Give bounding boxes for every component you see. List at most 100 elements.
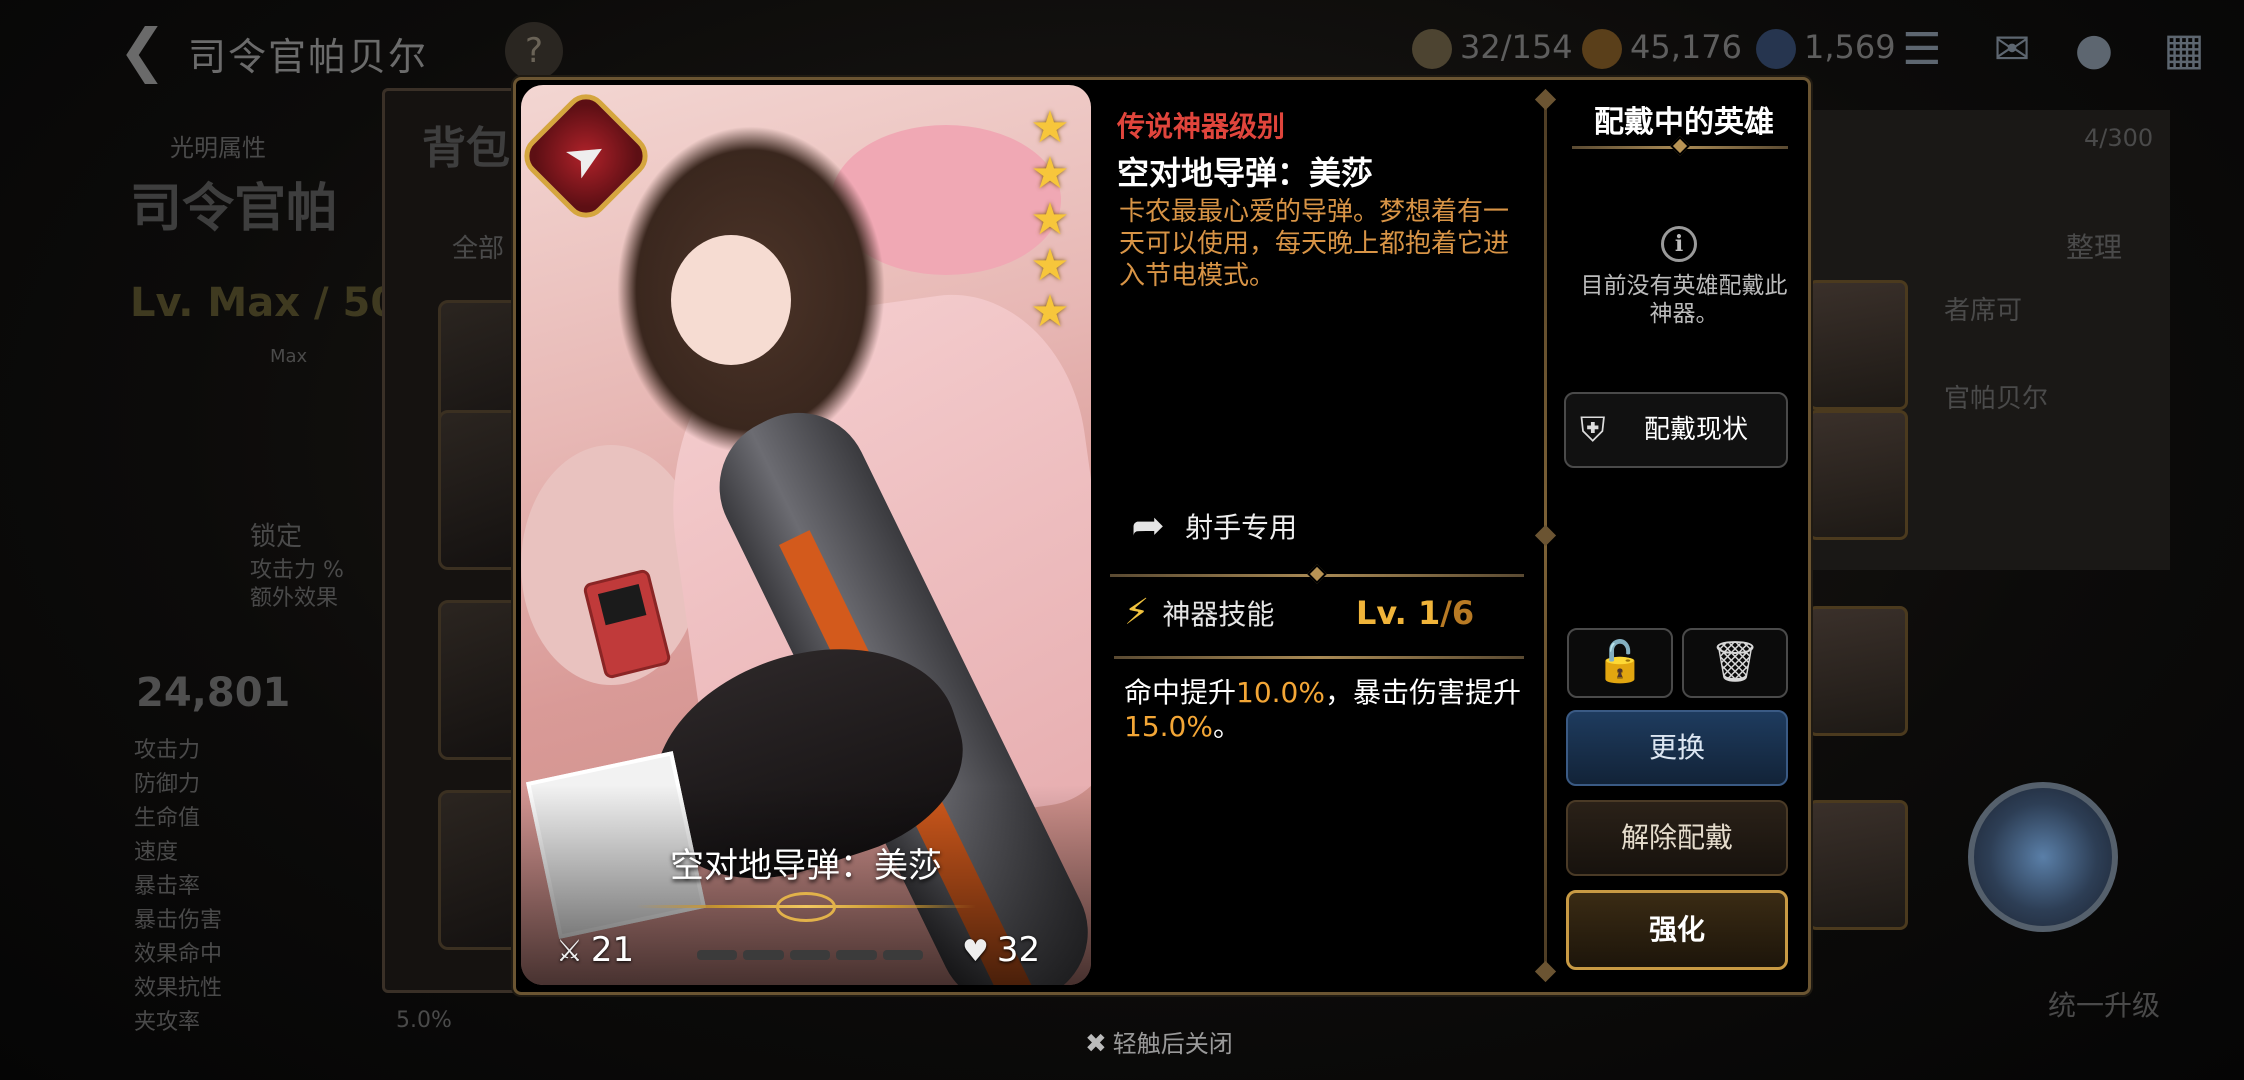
stamina-icon [1412,29,1452,69]
artifact-thumb[interactable] [1808,280,1908,410]
class-restriction: ➦ 射手专用 [1124,502,1297,552]
floating-assistant-button[interactable] [1968,782,2118,932]
star-icon: ★ [1030,102,1070,153]
artifact-thumb[interactable] [1808,410,1908,540]
section-divider [1110,564,1524,584]
equip-status-label: 配戴现状 [1643,415,1748,445]
star-rating: ★ ★ ★ ★ ★ [1027,105,1075,335]
sword-icon: ⚔ [556,934,583,969]
attr-tab[interactable]: 光明属性 [170,128,266,163]
stat-label: 效果命中 [134,942,223,967]
star-icon: ★ [1030,240,1070,291]
chat-icon[interactable]: ● [2066,22,2122,78]
progress-segment [743,950,784,960]
stat-label: 生命值 [134,806,201,831]
list-text: 官帕贝尔 [1944,384,2049,414]
lock-toggle-button[interactable]: 🔓 [1567,628,1673,698]
lock-extra: 额外效果 [250,586,339,611]
lightning-icon: ⚡ [1124,592,1150,633]
gold-coin-icon [1582,29,1622,69]
progress-segment [789,950,831,960]
level-max: Max [270,346,308,367]
close-icon: ✖ [1085,1029,1107,1059]
resource-crystal: 1,569 [1756,28,1896,69]
attack-stat: ⚔ 21 [556,930,634,970]
crystal-icon [1756,29,1796,69]
bottom-value: 5.0% [396,1008,452,1033]
stat-label: 效果抗性 [134,976,223,1001]
artifact-thumb[interactable] [1808,800,1908,930]
skill-description: 命中提升10.0%，暴击伤害提升 15.0%。 [1124,676,1524,744]
skill-level-current: Lv. 1 [1356,594,1441,632]
bow-icon: ➦ [1131,503,1165,549]
attack-value: 21 [590,930,635,970]
bag-title: 背包 [422,123,510,174]
equipped-hero-title: 配戴中的英雄 [1594,105,1774,140]
delete-button[interactable]: 🗑 [1682,628,1788,698]
hero-level: Lv. Max / 50 [130,280,399,326]
hero-info-panel: 光明属性 司令官帕 Lv. Max / 50 Max 锁定 攻击力 % 额外效果… [130,120,398,1040]
resource-gold: 45,176 [1582,28,1742,69]
card-ornament [636,890,976,924]
batch-upgrade-button[interactable]: 统一升级 [2048,984,2160,1024]
help-icon[interactable]: ? [505,22,563,80]
hierarchy-icon[interactable]: ☰ [1894,22,1950,78]
skill-value: 10.0% [1236,676,1325,709]
class-restriction-label: 射手专用 [1185,511,1298,544]
artifact-skill-header: ⚡ 神器技能 [1124,592,1274,633]
stat-label: 夹攻率 [134,1010,201,1035]
equip-status-button[interactable]: ⛨ 配戴现状 [1564,392,1788,468]
skill-value: 15.0% [1124,710,1213,743]
health-stat: ♥ 32 [962,930,1040,970]
column-separator [1534,88,1557,983]
unlock-icon: 🔓 [1595,639,1645,685]
tap-to-close-hint[interactable]: ✖ 轻触后关闭 [1085,1024,1233,1059]
trash-icon: 🗑 [1709,639,1761,685]
unequip-button[interactable]: 解除配戴 [1566,800,1788,876]
skill-text: 。 [1212,710,1241,743]
sort-button[interactable]: 整理 [2066,226,2122,266]
artifact-name: 空对地导弹：美莎 [1117,154,1374,192]
skill-text: ，暴击伤害提升 [1324,676,1521,709]
progress-segment [882,950,924,960]
artifact-description: 卡农最最心爱的导弹。梦想着有一天可以使用，每天晚上都抱着它进入节电模式。 [1119,197,1510,291]
star-icon: ★ [1030,194,1070,245]
skill-level: Lv. 1/6 [1356,594,1474,632]
replace-button[interactable]: 更换 [1566,710,1788,786]
stat-label: 攻击力 [134,738,201,763]
lock-label: 锁定 [250,522,303,552]
health-value: 32 [996,930,1041,970]
artifact-class-emblem: ➤ [515,85,657,227]
combat-power: 24,801 [136,670,291,716]
info-icon: i [1661,226,1697,262]
star-icon: ★ [1030,148,1070,199]
no-hero-text: 目前没有英雄配戴此神器。 [1580,273,1788,327]
artifact-grade: 传说神器级别 [1117,110,1286,143]
skill-label: 神器技能 [1162,597,1275,631]
enhance-button[interactable]: 强化 [1566,890,1788,970]
character-face [671,235,791,365]
ornament-center [776,892,836,922]
stat-label: 防御力 [134,772,201,797]
filter-all-tab[interactable]: 全部 [452,228,504,265]
stat-label: 暴击伤害 [134,908,223,933]
title-divider [1572,136,1788,156]
mail-icon[interactable]: ✉ [1984,22,2040,78]
inventory-count: 4/300 [2084,124,2154,152]
stat-label: 速度 [134,840,179,865]
menu-grid-icon[interactable]: ▦ [2156,22,2212,78]
artifact-thumb[interactable] [1808,606,1908,736]
heart-icon: ♥ [962,934,989,969]
skill-level-max: /6 [1440,594,1475,632]
star-icon: ★ [1030,286,1070,337]
close-hint-text: 轻触后关闭 [1112,1030,1233,1058]
list-text: 者席可 [1944,296,2023,326]
hero-shield-icon: ⛨ [1580,410,1606,450]
skill-text: 命中提升 [1124,676,1237,709]
resource-stamina: 32/154 [1412,28,1573,69]
stat-label: 暴击率 [134,874,201,899]
card-artifact-name: 空对地导弹：美莎 [670,846,942,886]
progress-segment [836,950,877,960]
back-chevron-icon[interactable]: ❮ [118,20,167,80]
progress-segment [697,950,738,960]
